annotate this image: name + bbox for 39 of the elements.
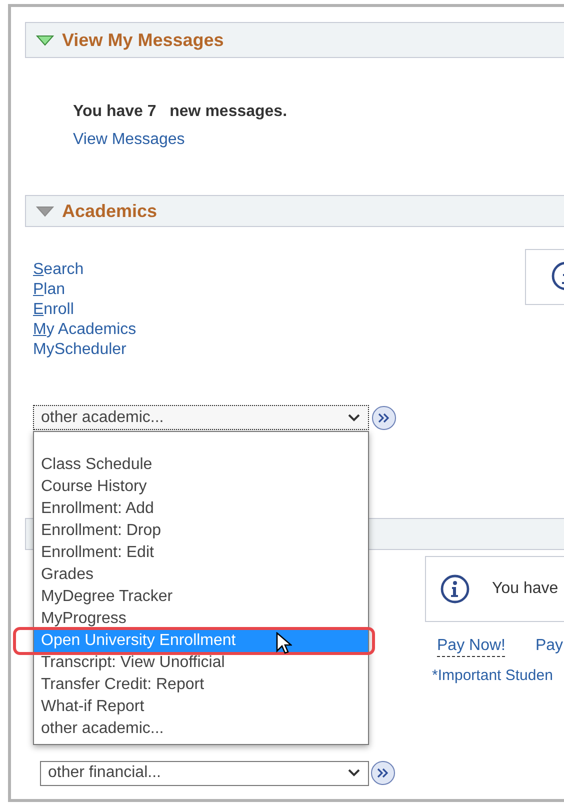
dropdown-option[interactable]: What-if Report [34, 696, 368, 718]
section-header[interactable]: Academics [25, 195, 564, 227]
triangle-icon [36, 34, 54, 46]
dropdown-option[interactable]: Enrollment: Drop [34, 520, 368, 542]
dropdown-option[interactable]: other academic... [34, 718, 368, 740]
view-messages-link[interactable]: View Messages [73, 130, 185, 150]
notice-text: You have [492, 579, 558, 599]
dropdown-option[interactable]: MyProgress [34, 608, 368, 630]
academics-link[interactable]: Enroll [33, 300, 74, 320]
double-chevron-icon [377, 768, 389, 778]
academics-link[interactable]: MyScheduler [33, 340, 126, 360]
messages-summary: You have 7 new messages. [73, 102, 288, 122]
section-title: Academics [62, 200, 158, 222]
cursor-icon [276, 632, 292, 656]
dropdown-option[interactable]: Transfer Credit: Report [34, 674, 368, 696]
dropdown-option[interactable]: Enrollment: Add [34, 498, 368, 520]
finance-select[interactable]: other financial... [40, 760, 369, 786]
caret-icon [348, 769, 360, 777]
payment-link[interactable]: Pay Now! [437, 636, 506, 657]
dropdown-option[interactable]: Transcript: View Unofficial [34, 652, 368, 674]
triangle-icon [36, 206, 54, 216]
payment-link[interactable]: Pay [535, 636, 564, 657]
section-header[interactable]: View My Messages [25, 22, 564, 58]
info-icon [440, 574, 470, 604]
go-button[interactable] [372, 406, 396, 430]
academics-select[interactable]: other academic... [33, 405, 369, 430]
double-chevron-icon [378, 412, 390, 422]
dropdown-option[interactable]: Enrollment: Edit [34, 542, 368, 564]
go-button[interactable] [371, 761, 395, 785]
academics-link[interactable]: Plan [33, 280, 66, 300]
dropdown-option[interactable]: Class Schedule [34, 454, 368, 476]
section-title: View My Messages [62, 28, 224, 52]
dropdown-option[interactable]: Grades [34, 564, 368, 586]
caret-icon [348, 414, 360, 422]
dropdown-option[interactable]: MyDegree Tracker [34, 586, 368, 608]
important-note: *Important Studen [431, 666, 554, 686]
dropdown-option[interactable]: Course History [34, 476, 368, 498]
academics-link[interactable]: Search [33, 260, 84, 280]
academics-link[interactable]: My Academics [33, 320, 136, 340]
